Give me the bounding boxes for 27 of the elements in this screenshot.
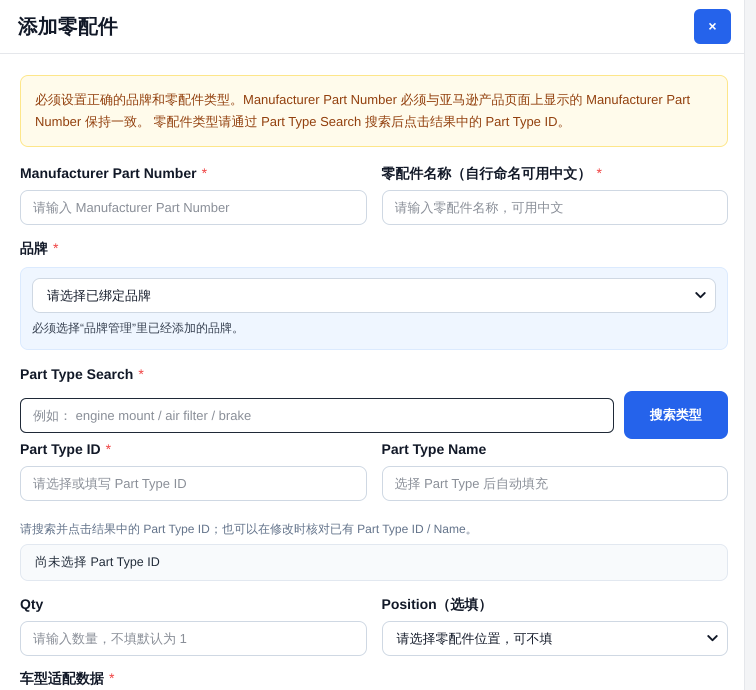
required-mark: * <box>202 164 208 183</box>
search-button[interactable]: 搜索类型 <box>624 391 728 439</box>
field-label: 车型适配数据 <box>20 669 104 688</box>
close-button[interactable]: × <box>694 9 731 44</box>
help-text: 必须选择“品牌管理”里已经添加的品牌。 <box>32 320 245 337</box>
required-mark: * <box>596 164 602 183</box>
chevron-down-icon <box>695 292 706 299</box>
required-mark: * <box>138 365 144 384</box>
required-mark: * <box>106 440 112 459</box>
warning-notice: 必须设置正确的品牌和零配件类型。Manufacturer Part Number 必须与亚马逊产品页面上显示的 Manufacturer Part Number 保持一致。 零配件类型请通过 Part Type Search 搜索后点击结果中的 Part Type ID。 <box>20 75 728 147</box>
field-label: 品牌 <box>20 239 48 258</box>
field-label: 零配件名称（自行命名可用中文） <box>382 164 592 183</box>
dropdown[interactable]: 请选择已绑定品牌 <box>32 278 716 313</box>
dialog-title: 添加零配件 <box>18 14 118 40</box>
selection-status: 尚未选择 Part Type ID <box>20 544 728 581</box>
chevron-down-icon <box>707 635 718 642</box>
required-mark: * <box>109 669 114 688</box>
field-label: Manufacturer Part Number <box>20 164 197 183</box>
required-mark: * <box>53 239 58 258</box>
dropdown[interactable]: 请选择零配件位置，可不填 <box>382 621 728 656</box>
field-label: Part Type Search <box>20 365 134 384</box>
field-label: Position（选填） <box>382 595 493 614</box>
field-label: Part Type Name <box>382 440 486 459</box>
text-field[interactable]: 例如： engine mount / air filter / brake <box>20 398 614 432</box>
field-label: Qty <box>20 595 44 614</box>
help-text: 请搜索并点击结果中的 Part Type ID；也可以在修改时核对已有 Part Type ID / Name。 <box>20 521 479 538</box>
field-label: Part Type ID <box>20 440 101 459</box>
